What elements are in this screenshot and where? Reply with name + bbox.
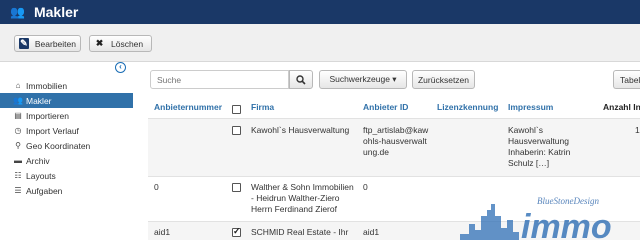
column-header-impressum[interactable]: Impressum [508, 102, 553, 112]
history-icon: ◷ [14, 126, 22, 135]
import-icon: ▤ [14, 111, 22, 120]
logo-subtext: BlueStoneDesign [537, 196, 599, 206]
sidebar-item-label: Makler [26, 95, 52, 106]
anbieter-id-cell: ung.de [363, 147, 389, 157]
sidebar-item-geo-koordinaten[interactable]: ⚲ Geo Koordinaten [0, 138, 133, 153]
firma-cell: - Heidrun Walther-Ziero [251, 193, 340, 203]
users-icon: 👥 [13, 96, 23, 105]
logo-text: immo [521, 208, 612, 240]
delete-button-label: Löschen [111, 38, 144, 49]
search-icon [296, 74, 306, 85]
sidebar-item-label: Archiv [26, 155, 50, 166]
reset-button[interactable]: Zurücksetzen [412, 70, 475, 89]
row-checkbox[interactable] [232, 183, 241, 192]
sidebar-item-aufgaben[interactable]: ☰ Aufgaben [0, 183, 133, 198]
sidebar-item-label: Immobilien [26, 80, 68, 91]
row-checkbox[interactable] [232, 226, 241, 237]
anbieter-id-cell: aid1 [363, 227, 380, 237]
users-icon: 👥 [10, 5, 25, 19]
column-header-anbieternummer[interactable]: Anbieternummer [154, 102, 222, 112]
page-title: Makler [33, 4, 79, 20]
divider [148, 176, 640, 177]
sidebar-item-archiv[interactable]: ▬ Archiv [0, 153, 133, 168]
location-icon: ⚲ [15, 141, 21, 150]
table-options-button[interactable]: Tabell [613, 70, 640, 89]
row-checkbox[interactable] [232, 126, 241, 135]
delete-button[interactable]: ✖ Löschen [89, 35, 152, 52]
anbieternummer-cell: 0 [154, 182, 159, 192]
tasks-icon: ☰ [14, 186, 22, 195]
anbieter-id-cell: ftp_artislab@kaw [363, 125, 429, 135]
impressum-cell: Hausverwaltung [508, 136, 569, 146]
impressum-cell: Kawohl`s [508, 125, 543, 135]
anzahl-cell: 1 [635, 125, 640, 135]
search-input[interactable] [150, 70, 289, 89]
grid-icon: ☷ [14, 171, 22, 180]
firma-cell: SCHMID Real Estate - Ihr [251, 227, 349, 237]
sidebar-item-import-verlauf[interactable]: ◷ Import Verlauf [0, 123, 133, 138]
edit-button[interactable]: ✎ Bearbeiten [14, 35, 81, 52]
sidebar-item-immobilien[interactable]: ⌂ Immobilien [0, 78, 133, 93]
close-icon: ✖ [95, 38, 104, 48]
sidebar-item-makler[interactable]: 👥 Makler [0, 93, 133, 108]
impressum-cell: Inhaberin: Katrin [508, 147, 571, 157]
sidebar-item-layouts[interactable]: ☷ Layouts [0, 168, 133, 183]
edit-icon: ✎ [19, 38, 29, 49]
search-button[interactable] [289, 70, 313, 89]
sidebar-item-label: Layouts [26, 170, 56, 181]
sidebar-item-label: Import Verlauf [26, 125, 79, 136]
anbieter-id-cell: ohls-hausverwalt [363, 136, 427, 146]
anbieternummer-cell: aid1 [154, 227, 171, 237]
archive-icon: ▬ [14, 156, 22, 165]
skyline-shape [460, 204, 519, 240]
firma-cell: Walther & Sohn Immobilien [251, 182, 354, 192]
sidebar-item-label: Importieren [26, 110, 69, 121]
impressum-cell: Schulz […] [508, 158, 550, 168]
search-tools-button[interactable]: Suchwerkzeuge ▾ [319, 70, 407, 89]
firma-cell: Herrn Ferdinand Zierof [251, 204, 337, 214]
column-header-firma[interactable]: Firma [251, 102, 274, 112]
sidebar-item-label: Geo Koordinaten [26, 140, 91, 151]
firma-cell: Kawohl`s Hausverwaltung [251, 125, 350, 135]
toolbar: ✎ Bearbeiten ✖ Löschen [0, 24, 640, 62]
collapse-sidebar-icon[interactable]: ‹ [115, 62, 126, 73]
select-all-checkbox[interactable] [232, 105, 241, 114]
column-header-anbieter-id[interactable]: Anbieter ID [363, 102, 408, 112]
anbieter-id-cell: 0 [363, 182, 368, 192]
immo-logo-watermark: BlueStoneDesign immo [460, 196, 612, 240]
home-icon: ⌂ [15, 81, 21, 90]
sidebar-item-importieren[interactable]: ▤ Importieren [0, 108, 133, 123]
column-header-lizenzkennung[interactable]: Lizenzkennung [437, 102, 498, 112]
column-header-anzahl[interactable]: Anzahl In [603, 102, 640, 112]
sidebar-item-label: Aufgaben [26, 185, 63, 196]
title-bar: 👥 Makler [0, 0, 640, 24]
edit-button-label: Bearbeiten [34, 38, 76, 49]
